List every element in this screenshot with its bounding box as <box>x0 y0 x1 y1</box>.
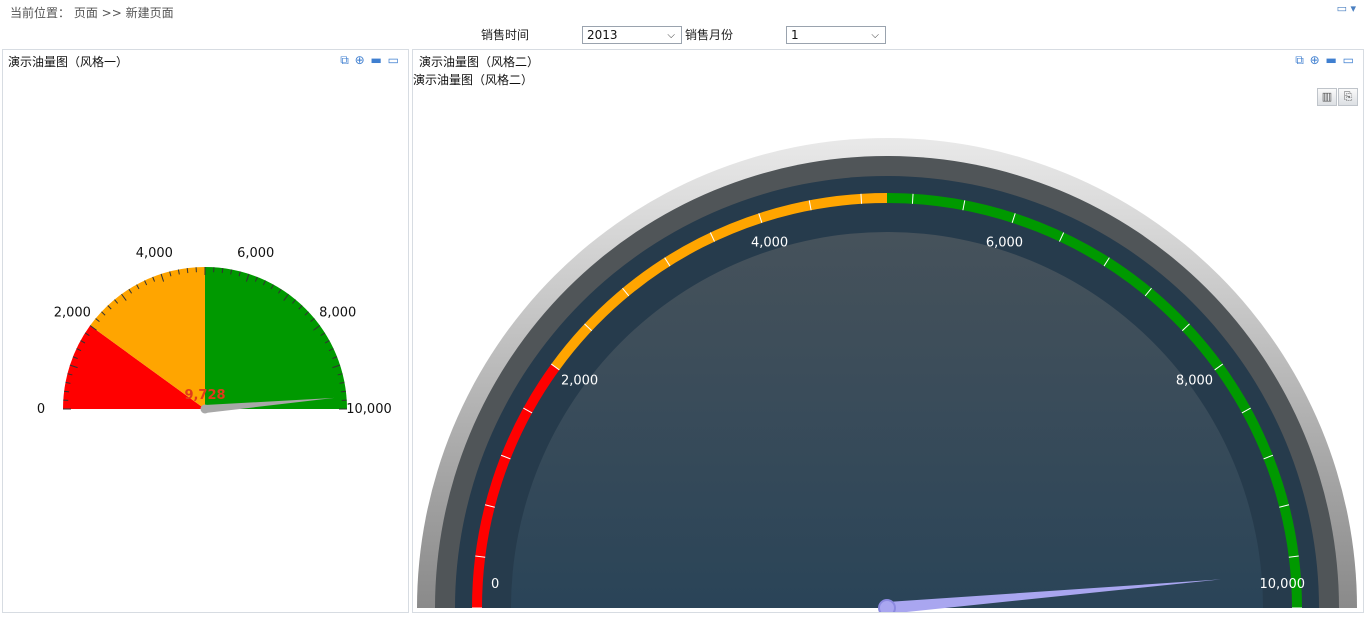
sales-time-label: 销售时间 <box>481 28 530 42</box>
gauge-value-label: 9,728 <box>184 388 225 403</box>
breadcrumb-prefix: 当前位置： <box>10 6 71 20</box>
gauge-tick-label: 2,000 <box>561 374 598 389</box>
gauge-tick-label: 6,000 <box>986 236 1023 251</box>
panel-title: 演示油量图（风格二） <box>419 55 540 69</box>
chevron-down-icon[interactable]: ▾ <box>1350 2 1356 15</box>
gauge-tick <box>64 390 70 393</box>
chevron-down-icon: ⌵ <box>667 30 675 41</box>
gauge-tick <box>340 390 346 393</box>
panel-tools[interactable]: ⧉ ⊕ ▬ ▭ <box>1295 53 1355 68</box>
gauge-tick-label: 6,000 <box>237 246 274 261</box>
breadcrumb: 当前位置： 页面 >> 新建页面 <box>10 4 174 21</box>
gauge-tick-label: 4,000 <box>136 246 173 261</box>
top-toolbar: ▭ ▾ <box>1337 2 1356 15</box>
sales-time-value: 2013 <box>587 28 618 42</box>
gauge-tick <box>911 193 914 204</box>
gauge-tick-label: 2,000 <box>54 306 91 321</box>
sales-month-select[interactable]: 1 ⌵ <box>786 26 886 44</box>
gauge-tick-label: 8,000 <box>1176 374 1213 389</box>
panel-title: 演示油量图（风格一） <box>8 55 129 69</box>
gauge-tick-label: 0 <box>37 402 45 417</box>
gauge-tick-label: 4,000 <box>751 236 788 251</box>
chart-subtitle: 演示油量图（风格二） <box>413 73 534 87</box>
gauge-tick-label: 8,000 <box>319 306 356 321</box>
gauge-chart-one: 0 2,000 4,000 6,000 8,000 10,000 9,728 <box>37 246 392 417</box>
chevron-down-icon: ⌵ <box>871 30 879 41</box>
gauge-needle-pivot <box>878 599 896 612</box>
sales-month-label: 销售月份 <box>685 28 734 42</box>
panel-tools[interactable]: ⧉ ⊕ ▬ ▭ <box>340 53 400 68</box>
gauge-tick-label: 10,000 <box>1260 577 1306 592</box>
gauge-band-2 <box>205 267 347 409</box>
gauge-panel-style-two: 演示油量图（风格二） ⧉ ⊕ ▬ ▭ 演示油量图（风格二） ▥ ⎘ 0 2,000… <box>412 49 1364 613</box>
gauge-tick <box>186 268 189 274</box>
sales-month-value: 1 <box>791 28 799 42</box>
gauge-tick <box>860 193 863 204</box>
breadcrumb-path[interactable]: 页面 >> 新建页面 <box>74 6 174 20</box>
gauge-needle-pivot <box>200 404 210 414</box>
gauge-tick-label: 10,000 <box>346 402 392 417</box>
gauge-panel-style-one: 演示油量图（风格一） ⧉ ⊕ ▬ ▭ 0 2,000 4,000 6,000 8,000… <box>2 49 409 613</box>
gauge-tick <box>221 268 224 274</box>
gauge-tick-label: 0 <box>491 577 499 592</box>
sales-time-select[interactable]: 2013 ⌵ <box>582 26 682 44</box>
window-icon[interactable]: ▭ <box>1337 2 1347 15</box>
gauge-chart-two: 0 2,000 4,000 6,000 8,000 10,000 <box>417 138 1357 612</box>
